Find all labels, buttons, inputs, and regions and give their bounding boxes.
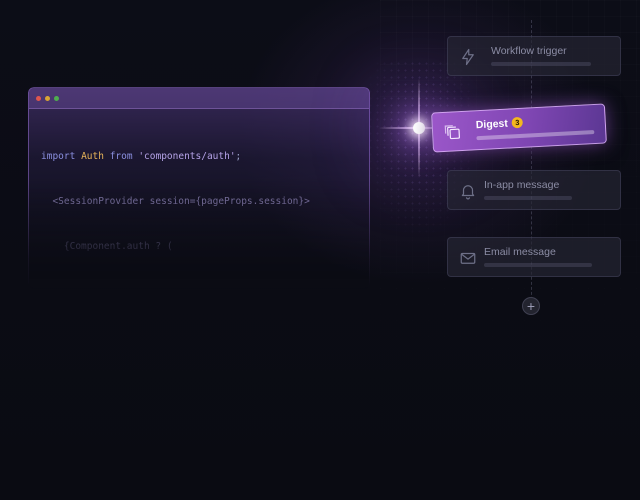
flare-core — [413, 122, 425, 134]
code-punctuation: ; — [235, 151, 242, 162]
code-block: import Auth from 'components/auth'; <Ses… — [29, 109, 369, 284]
digest-stack-icon — [444, 125, 460, 140]
digest-title-text: Digest — [475, 117, 509, 132]
count-badge: 3 — [511, 116, 524, 129]
code-line-2: <SessionProvider session={pageProps.sess… — [41, 194, 369, 209]
workflow-step-title: Workflow trigger — [491, 45, 567, 57]
code-line-1: import Auth from 'components/auth'; — [41, 149, 369, 164]
minimize-dot-icon — [45, 95, 50, 101]
code-keyword: from — [109, 151, 133, 162]
code-identifier: Auth — [81, 151, 104, 162]
bell-icon — [461, 185, 475, 200]
placeholder-bar — [484, 263, 592, 267]
code-editor-window: import Auth from 'components/auth'; <Ses… — [28, 87, 370, 289]
code-string: 'components/auth' — [138, 151, 236, 162]
workflow-step-title: Email message — [484, 246, 556, 258]
code-jsx: {Component.auth ? ( — [63, 241, 173, 252]
lightning-icon — [462, 48, 474, 66]
close-dot-icon — [36, 95, 41, 101]
placeholder-bar — [476, 130, 595, 141]
workflow-step-trigger[interactable]: Workflow trigger — [447, 36, 621, 76]
workflow-step-email[interactable]: Email message — [447, 237, 621, 277]
hero-illustration: import Auth from 'components/auth'; <Ses… — [0, 0, 640, 500]
code-jsx: <SessionProvider session={pageProps.sess… — [52, 196, 310, 207]
window-titlebar — [29, 88, 369, 109]
maximize-dot-icon — [54, 95, 59, 101]
envelope-icon — [460, 252, 476, 264]
add-step-button[interactable]: + — [522, 297, 540, 315]
placeholder-bar — [484, 196, 572, 200]
placeholder-bar — [491, 62, 591, 66]
code-keyword: import — [41, 151, 76, 162]
workflow-step-title: Digest 3 — [475, 116, 524, 132]
workflow-step-title: In-app message — [484, 179, 560, 191]
workflow-step-in-app[interactable]: In-app message — [447, 170, 621, 210]
code-line-3: {Component.auth ? ( — [41, 239, 369, 254]
